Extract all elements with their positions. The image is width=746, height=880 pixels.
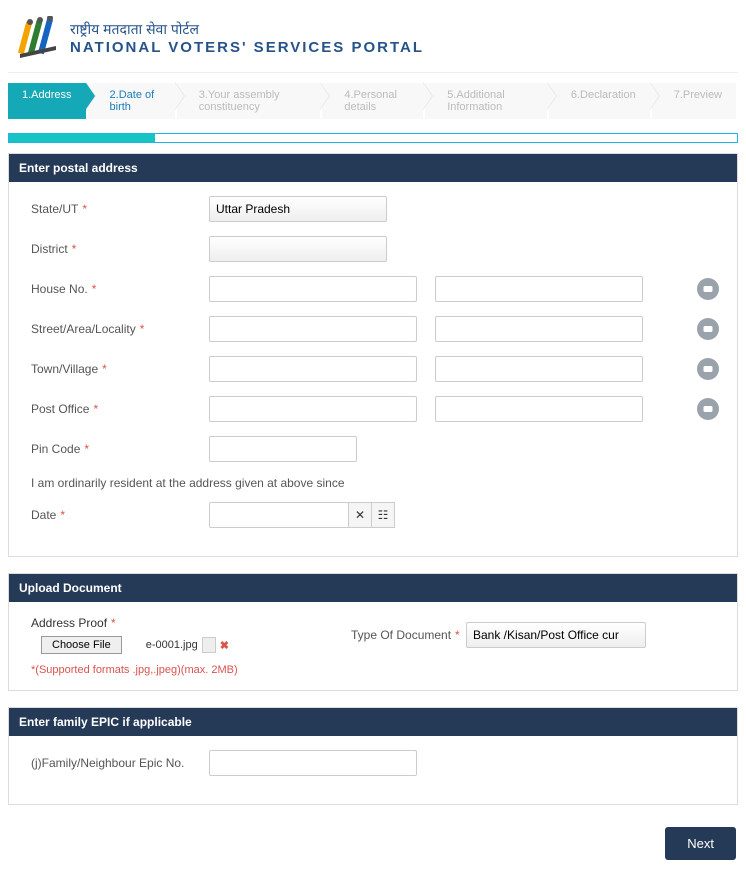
date-clear-icon[interactable]: ✕ (348, 502, 372, 528)
step-personal[interactable]: 4.Personal details (322, 83, 423, 119)
typedoc-label: Type Of Document* (351, 628, 466, 642)
step-declaration[interactable]: 6.Declaration (549, 83, 650, 119)
postal-panel-title: Enter postal address (9, 154, 737, 182)
step-preview[interactable]: 7.Preview (652, 83, 736, 119)
pincode-label: Pin Code* (31, 442, 209, 456)
pincode-input[interactable] (209, 436, 357, 462)
date-calendar-icon[interactable]: ☷ (371, 502, 395, 528)
file-icon (202, 637, 216, 653)
street-label: Street/Area/Locality* (31, 322, 209, 336)
choose-file-button[interactable]: Choose File (41, 636, 122, 654)
postoffice-input-1[interactable] (209, 396, 417, 422)
houseno-input-2[interactable] (435, 276, 643, 302)
upload-panel: Upload Document Address Proof* Choose Fi… (8, 573, 738, 691)
steps-nav: 1.Address 2.Date of birth 3.Your assembl… (8, 83, 738, 119)
epic-input[interactable] (209, 750, 417, 776)
next-button[interactable]: Next (665, 827, 736, 860)
state-select[interactable]: Uttar Pradesh (209, 196, 387, 222)
header-title-eng: NATIONAL VOTERS' SERVICES PORTAL (70, 39, 424, 56)
epic-panel-title: Enter family EPIC if applicable (9, 708, 737, 736)
step-additional[interactable]: 5.Additional Information (425, 83, 547, 119)
street-translit-icon[interactable] (697, 318, 719, 340)
houseno-input-1[interactable] (209, 276, 417, 302)
delete-file-icon[interactable]: ✖ (220, 639, 229, 652)
logo (16, 16, 60, 60)
town-input-2[interactable] (435, 356, 643, 382)
postoffice-translit-icon[interactable] (697, 398, 719, 420)
header: राष्ट्रीय मतदाता सेवा पोर्टल NATIONAL VO… (8, 8, 738, 73)
state-label: State/UT* (31, 202, 209, 216)
header-title-hindi: राष्ट्रीय मतदाता सेवा पोर्टल (70, 20, 424, 39)
date-label: Date* (31, 508, 209, 522)
town-input-1[interactable] (209, 356, 417, 382)
step-constituency[interactable]: 3.Your assembly constituency (177, 83, 321, 119)
town-translit-icon[interactable] (697, 358, 719, 380)
typedoc-select[interactable]: Bank /Kisan/Post Office cur (466, 622, 646, 648)
street-input-2[interactable] (435, 316, 643, 342)
step-address[interactable]: 1.Address (8, 83, 86, 119)
since-text: I am ordinarily resident at the address … (31, 476, 719, 490)
postoffice-label: Post Office* (31, 402, 209, 416)
epic-panel: Enter family EPIC if applicable (j)Famil… (8, 707, 738, 805)
supported-formats: *(Supported formats .jpg,.jpeg)(max. 2MB… (31, 664, 719, 676)
postal-panel: Enter postal address State/UT* Uttar Pra… (8, 153, 738, 557)
progress-fill (9, 134, 155, 142)
street-input-1[interactable] (209, 316, 417, 342)
progress-bar (8, 133, 738, 143)
date-input[interactable] (209, 502, 349, 528)
town-label: Town/Village* (31, 362, 209, 376)
houseno-label: House No.* (31, 282, 209, 296)
houseno-translit-icon[interactable] (697, 278, 719, 300)
district-select[interactable] (209, 236, 387, 262)
epic-label: (j)Family/Neighbour Epic No. (31, 756, 209, 770)
address-proof-label: Address Proof (31, 616, 107, 630)
uploaded-file-name: e-0001.jpg (146, 639, 198, 651)
upload-panel-title: Upload Document (9, 574, 737, 602)
district-label: District* (31, 242, 209, 256)
step-dob[interactable]: 2.Date of birth (88, 83, 175, 119)
postoffice-input-2[interactable] (435, 396, 643, 422)
